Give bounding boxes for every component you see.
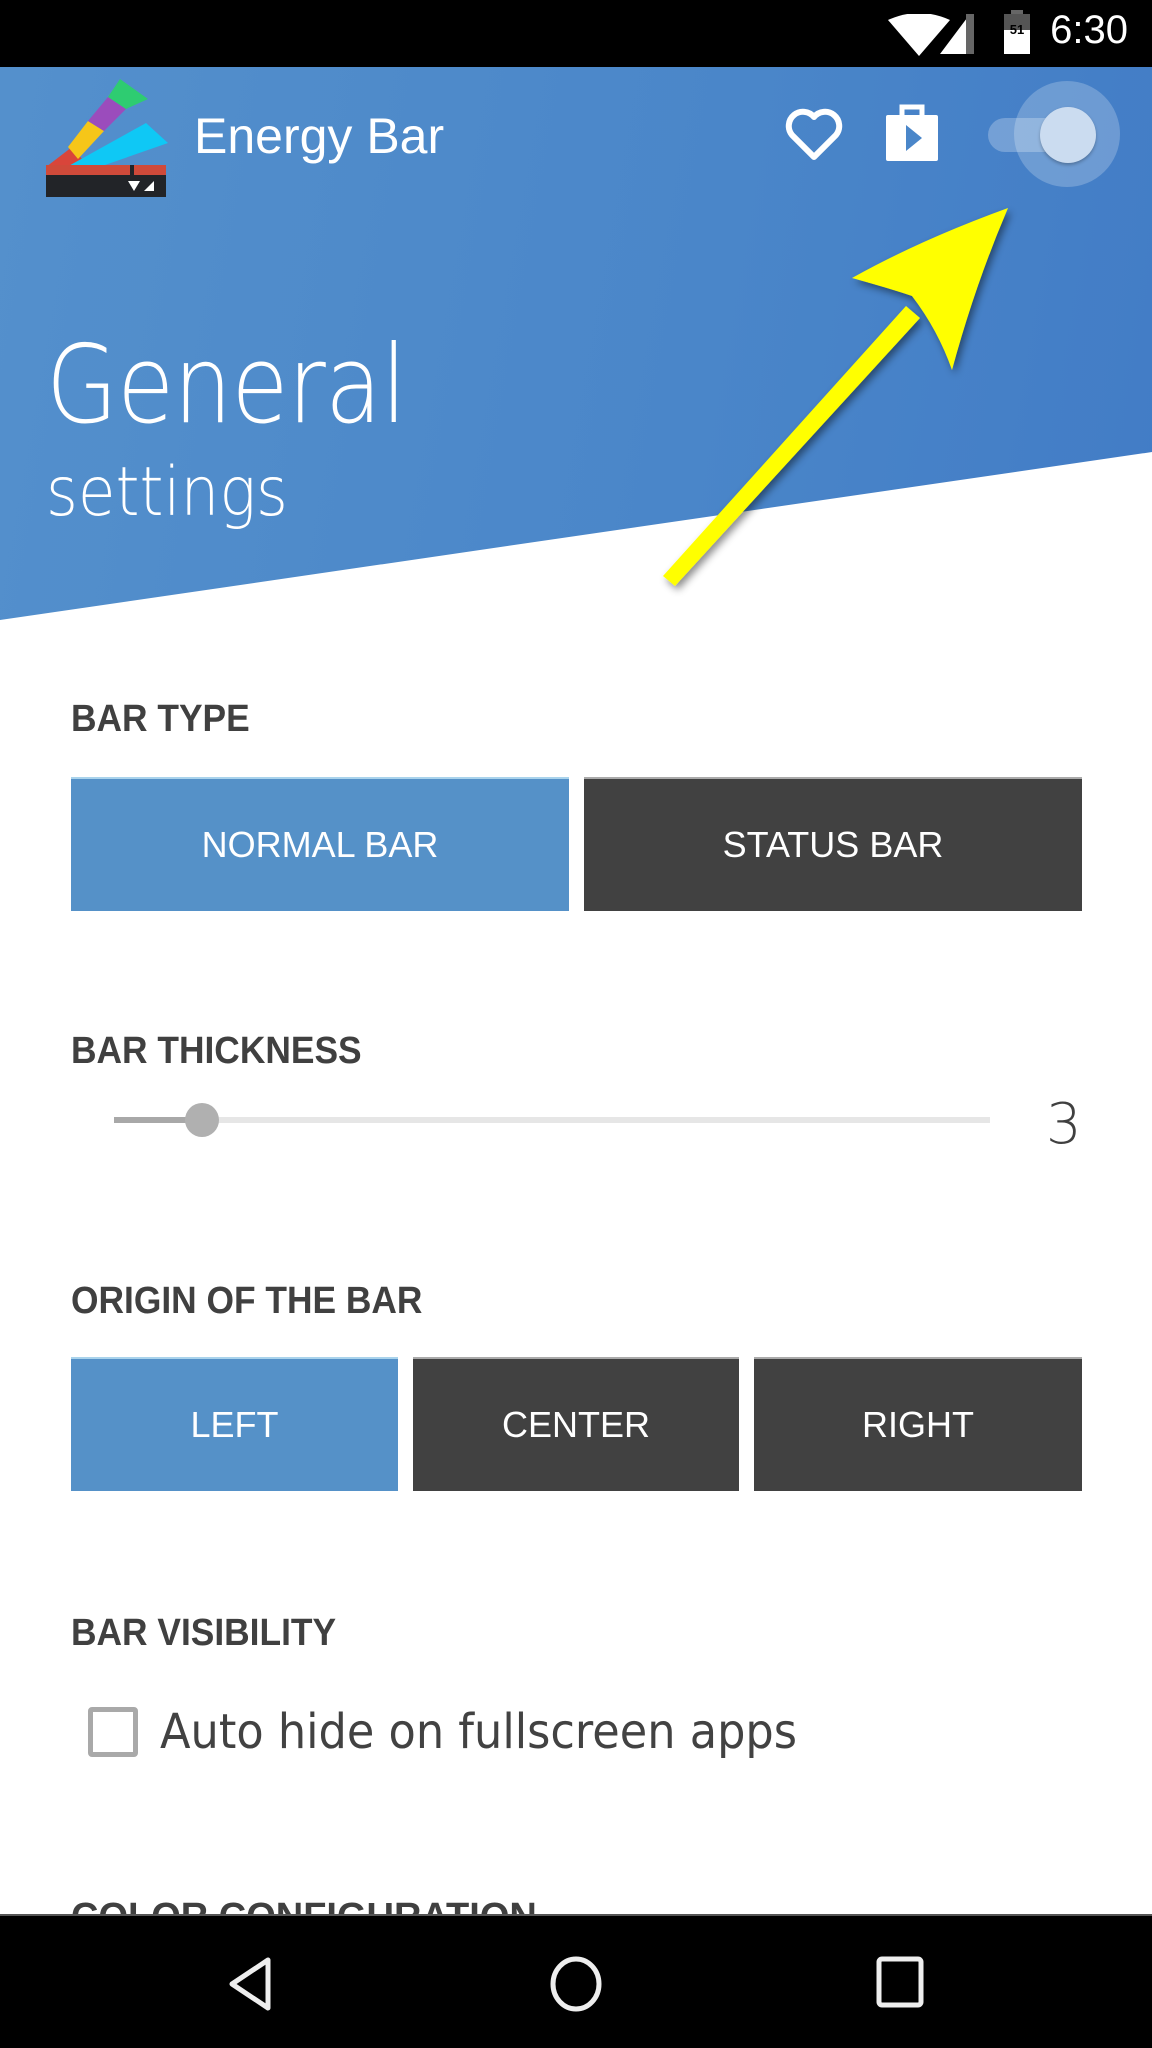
origin-left-button[interactable]: LEFT bbox=[71, 1357, 398, 1491]
page-subtitle: settings bbox=[46, 453, 288, 532]
bar-thickness-value: 3 bbox=[1046, 1092, 1082, 1157]
navigation-bar bbox=[0, 1914, 1152, 2048]
section-title-bar-thickness: BAR THICKNESS bbox=[71, 1030, 362, 1072]
auto-hide-checkbox[interactable] bbox=[88, 1707, 138, 1757]
normal-bar-button[interactable]: NORMAL BAR bbox=[71, 777, 569, 911]
slider-knob[interactable] bbox=[184, 1103, 219, 1137]
battery-level: 51 bbox=[1010, 22, 1024, 37]
page-title: General bbox=[46, 323, 407, 448]
auto-hide-label: Auto hide on fullscreen apps bbox=[160, 1704, 797, 1760]
signal-icon bbox=[940, 14, 974, 54]
origin-center-button[interactable]: CENTER bbox=[413, 1357, 739, 1491]
section-title-origin: ORIGIN OF THE BAR bbox=[71, 1280, 423, 1322]
status-bar-button[interactable]: STATUS BAR bbox=[584, 777, 1082, 911]
status-bar: 51 6:30 bbox=[0, 0, 1152, 67]
play-store-icon[interactable] bbox=[882, 103, 942, 163]
toggle-thumb bbox=[1040, 107, 1096, 163]
slider-rail bbox=[114, 1117, 990, 1123]
section-title-bar-type: BAR TYPE bbox=[71, 698, 250, 740]
bar-thickness-slider[interactable] bbox=[114, 1100, 990, 1140]
origin-right-button[interactable]: RIGHT bbox=[754, 1357, 1082, 1491]
battery-icon: 51 bbox=[1004, 10, 1030, 54]
back-icon[interactable] bbox=[226, 1956, 276, 2012]
master-toggle[interactable] bbox=[988, 81, 1124, 187]
section-title-visibility: BAR VISIBILITY bbox=[71, 1612, 337, 1654]
app-logo-icon bbox=[46, 79, 168, 197]
clock: 6:30 bbox=[1050, 8, 1128, 52]
home-icon[interactable] bbox=[548, 1956, 604, 2012]
heart-icon[interactable] bbox=[784, 107, 844, 161]
app-title: Energy Bar bbox=[194, 108, 445, 164]
app-header: Energy Bar General settings bbox=[0, 67, 1152, 627]
recents-icon[interactable] bbox=[876, 1956, 924, 2008]
auto-hide-checkbox-row[interactable]: Auto hide on fullscreen apps bbox=[88, 1704, 845, 1760]
